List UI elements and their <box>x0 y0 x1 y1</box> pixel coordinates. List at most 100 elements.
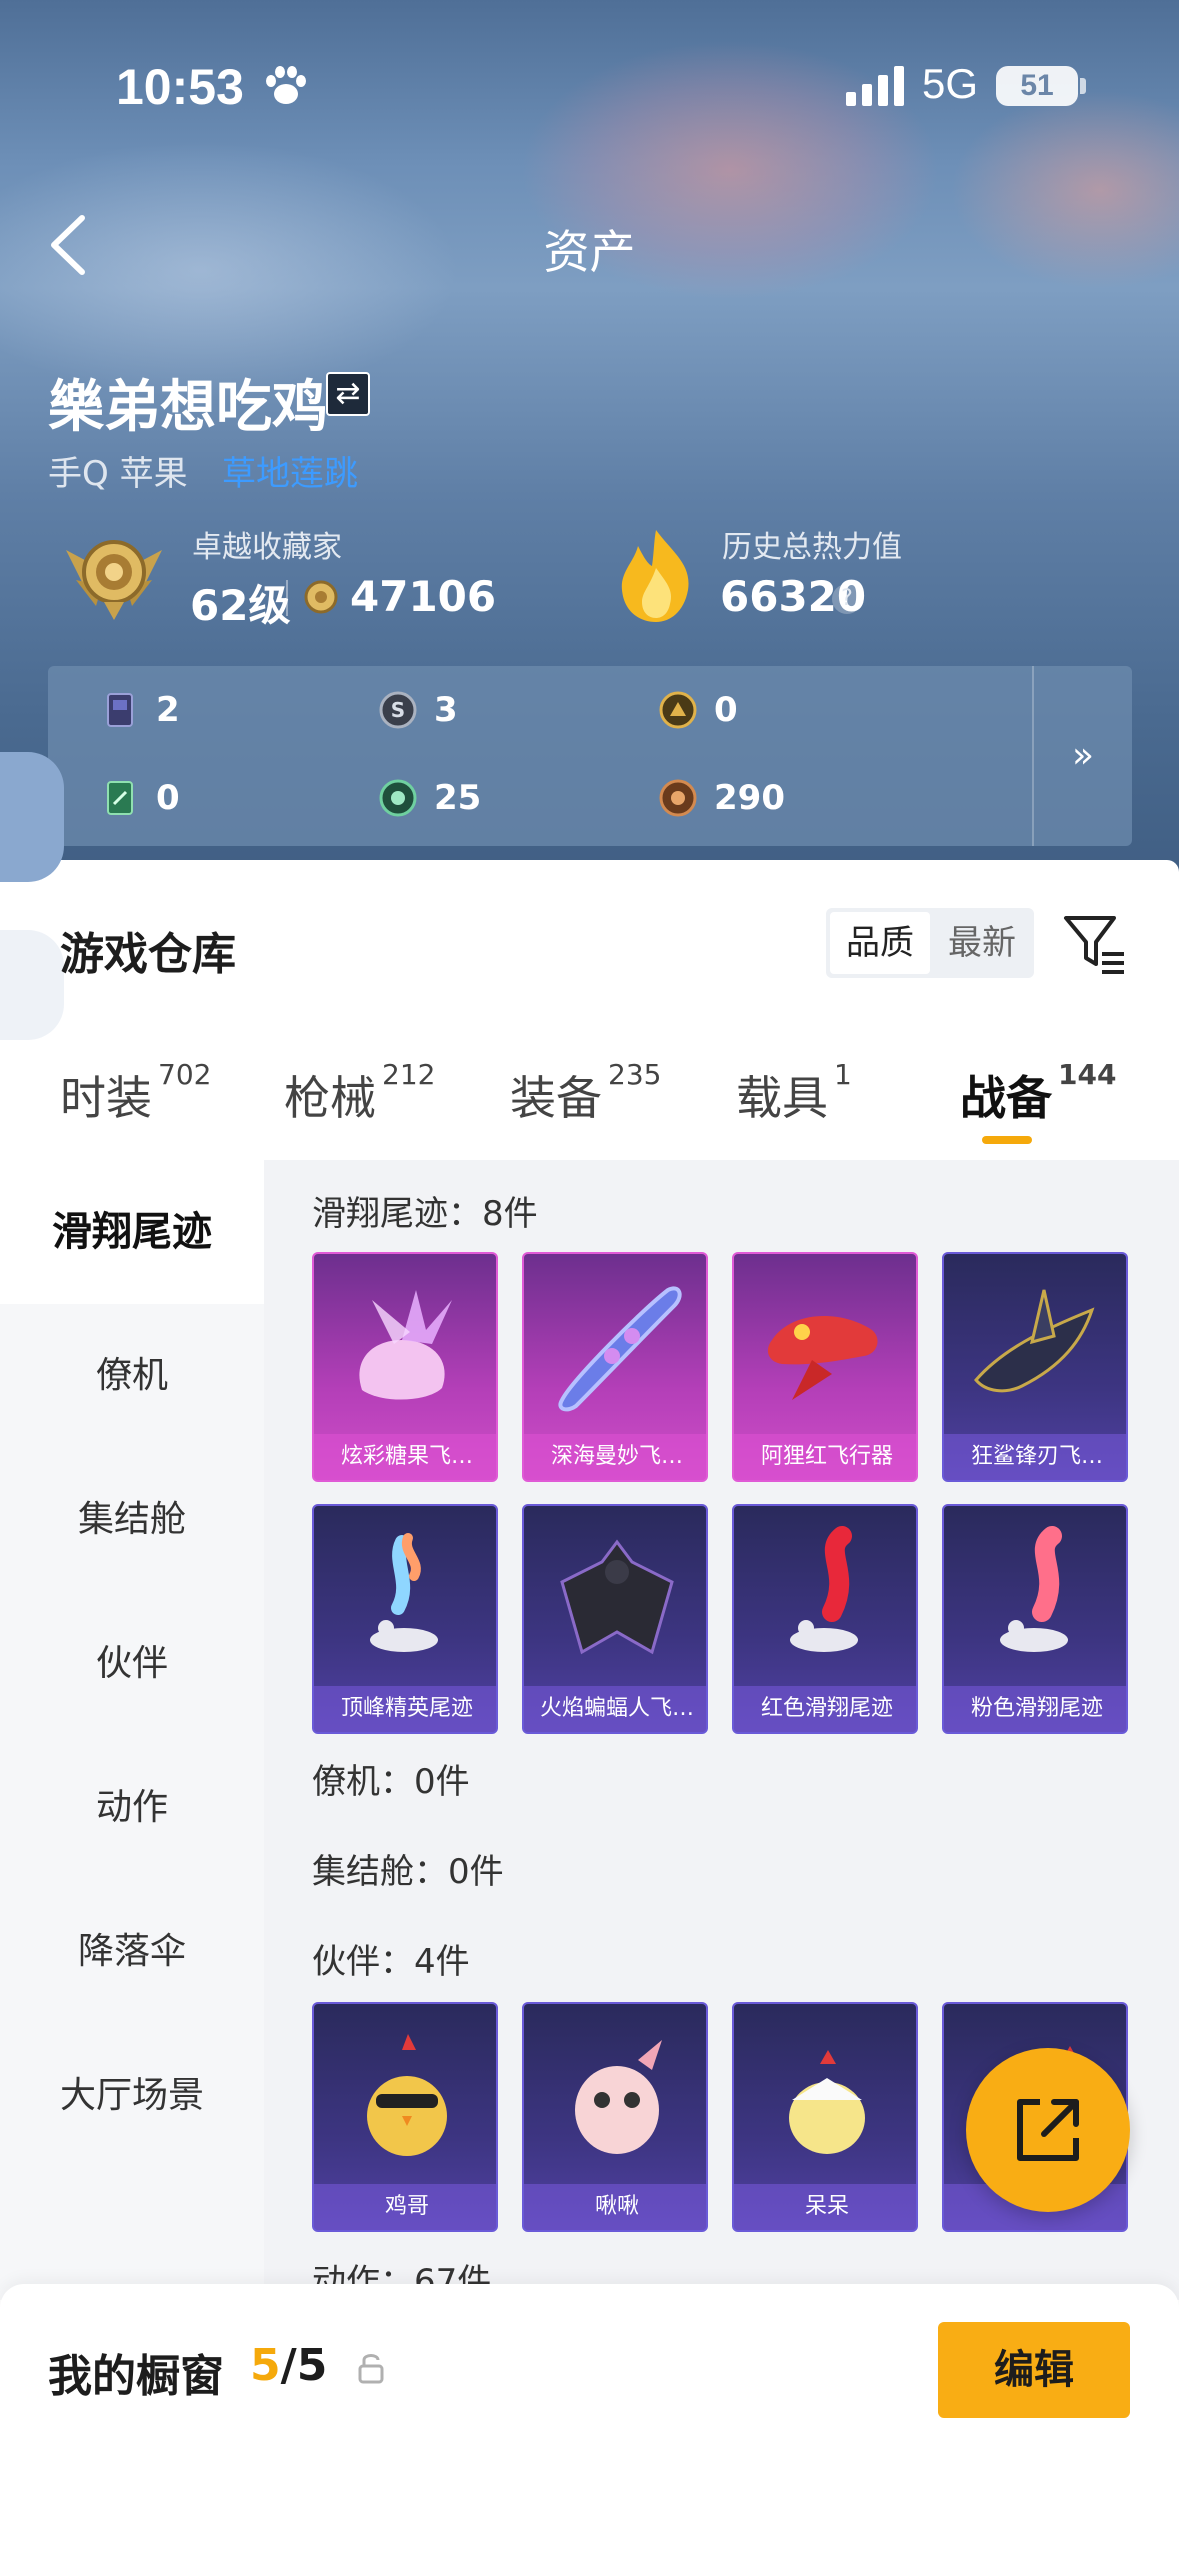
side-item-lobby-scene[interactable]: 大厅场景 <box>0 2024 264 2168</box>
item-card[interactable]: 呆呆 <box>732 2002 918 2232</box>
side-handle[interactable] <box>0 752 64 882</box>
red-aircraft-icon <box>767 1316 878 1400</box>
item-name: 红色滑翔尾迹 <box>734 1686 916 1732</box>
side-item-parachute[interactable]: 降落伞 <box>0 1880 264 2024</box>
showcase-count-total: /5 <box>280 2340 328 2391</box>
item-card[interactable]: 红色滑翔尾迹 <box>732 1504 918 1734</box>
item-name: 阿狸红飞行器 <box>734 1434 916 1480</box>
network-type: 5G <box>922 60 979 107</box>
tab-label: 装备 <box>510 1071 602 1125</box>
flame-icon <box>621 530 689 622</box>
item-card[interactable]: 深海曼妙飞… <box>522 1252 708 1482</box>
switch-account-icon[interactable]: ⇄ <box>326 372 370 416</box>
currency-value: 0 <box>714 690 738 730</box>
filter-icon[interactable] <box>1062 910 1128 976</box>
tab-equipment[interactable]: 装备 235 <box>510 1058 661 1128</box>
currency-panel: 2 S 3 0 0 25 290 » <box>48 666 1132 846</box>
tab-vehicles[interactable]: 载具 1 <box>736 1058 852 1128</box>
section-title-trail: 滑翔尾迹：8件 <box>312 1194 538 1234</box>
tab-count: 144 <box>1058 1058 1117 1091</box>
sub-category-nav: 滑翔尾迹 僚机 集结舱 伙伴 动作 降落伞 大厅场景 <box>0 1160 264 2300</box>
candy-glider-icon <box>359 1290 452 1400</box>
item-name: 火焰蝙蝠人飞… <box>524 1686 706 1732</box>
card-icon <box>107 693 133 727</box>
paw-icon <box>266 66 306 104</box>
region-link[interactable]: 草地莲跳 <box>222 446 358 495</box>
tab-count: 212 <box>382 1058 436 1091</box>
collector-points: 47106 <box>350 572 497 621</box>
item-name: 呆呆 <box>734 2184 916 2230</box>
warehouse-title: 游戏仓库 <box>60 929 236 980</box>
lock-icon[interactable] <box>356 2350 386 2384</box>
chick-partner-icon <box>789 2050 865 2154</box>
item-card[interactable]: 狂鲨锋刃飞… <box>942 1252 1128 1482</box>
item-name: 啾啾 <box>524 2184 706 2230</box>
divider <box>286 580 288 616</box>
collector-level: 62级 <box>190 581 291 630</box>
collector-medal-icon <box>66 540 162 620</box>
currency-value: 290 <box>714 778 785 818</box>
red-smoke-trail-icon <box>790 1526 858 1652</box>
heat-title: 历史总热力值 <box>722 530 902 565</box>
item-name: 粉色滑翔尾迹 <box>944 1686 1126 1732</box>
battery-icon: 51 <box>996 66 1078 106</box>
tab-count: 235 <box>608 1058 662 1091</box>
side-item-capsule[interactable]: 集结舱 <box>0 1448 264 1592</box>
item-card[interactable]: 啾啾 <box>522 2002 708 2232</box>
item-name: 狂鲨锋刃飞… <box>944 1434 1126 1480</box>
sort-by-quality-button[interactable]: 品质 <box>830 912 930 974</box>
gold-coin-icon <box>659 691 697 729</box>
collector-coin-icon <box>304 580 338 614</box>
elite-trail-icon <box>370 1533 438 1652</box>
tab-count: 702 <box>158 1058 212 1091</box>
showcase-count-current: 5 <box>250 2340 281 2391</box>
batman-glider-icon <box>560 1539 674 1655</box>
showcase-label: 我的橱窗 <box>48 2351 224 2402</box>
side-item-partner[interactable]: 伙伴 <box>0 1592 264 1736</box>
showcase-count: 5/5 <box>250 2340 327 2391</box>
svg-text:S: S <box>391 698 405 722</box>
section-title-partner: 伙伴：4件 <box>312 1942 470 1982</box>
side-item-wingman[interactable]: 僚机 <box>0 1304 264 1448</box>
item-name: 炫彩糖果飞… <box>314 1434 496 1480</box>
expand-currency-chevron-icon[interactable]: » <box>1032 666 1132 846</box>
s-coin-icon: S <box>379 691 417 729</box>
tab-label: 枪械 <box>284 1071 376 1125</box>
sort-by-latest-button[interactable]: 最新 <box>932 912 1032 974</box>
bird-partner-icon <box>575 2040 662 2154</box>
share-button[interactable] <box>966 2048 1130 2212</box>
active-tab-indicator <box>982 1136 1032 1144</box>
section-title-wingman: 僚机：0件 <box>312 1762 470 1802</box>
tab-label: 载具 <box>736 1071 828 1125</box>
collector-title: 卓越收藏家 <box>192 530 342 565</box>
currency-value: 0 <box>156 778 180 818</box>
chicken-partner-icon <box>367 2034 447 2156</box>
tab-label: 战备 <box>960 1071 1052 1125</box>
item-card[interactable]: 鸡哥 <box>312 2002 498 2232</box>
side-handle-secondary[interactable] <box>0 930 64 1040</box>
section-title-capsule: 集结舱：0件 <box>312 1852 504 1892</box>
green-orb-icon <box>379 779 417 817</box>
tab-firearms[interactable]: 枪械 212 <box>284 1058 435 1128</box>
currency-value: 25 <box>434 778 482 818</box>
pink-smoke-trail-icon <box>1000 1526 1068 1652</box>
item-card[interactable]: 顶峰精英尾迹 <box>312 1504 498 1734</box>
tab-fashion[interactable]: 时装 702 <box>60 1058 211 1128</box>
item-card[interactable]: 炫彩糖果飞… <box>312 1252 498 1482</box>
side-item-glide-trail[interactable]: 滑翔尾迹 <box>0 1160 264 1304</box>
shark-glider-icon <box>974 1289 1095 1393</box>
item-card[interactable]: 粉色滑翔尾迹 <box>942 1504 1128 1734</box>
item-card[interactable]: 阿狸红飞行器 <box>732 1252 918 1482</box>
green-ticket-icon <box>107 781 133 815</box>
currency-value: 3 <box>434 690 458 730</box>
share-icon <box>1017 2099 1079 2161</box>
tab-label: 时装 <box>60 1071 152 1125</box>
item-card[interactable]: 火焰蝙蝠人飞… <box>522 1504 708 1734</box>
currency-value: 2 <box>156 690 180 730</box>
item-name: 顶峰精英尾迹 <box>314 1686 496 1732</box>
snowboard-glider-icon <box>558 1286 682 1412</box>
tab-battle-gear[interactable]: 战备 144 <box>960 1058 1116 1128</box>
help-icon[interactable]: ? <box>832 584 862 614</box>
edit-button[interactable]: 编辑 <box>938 2322 1130 2418</box>
side-item-action[interactable]: 动作 <box>0 1736 264 1880</box>
